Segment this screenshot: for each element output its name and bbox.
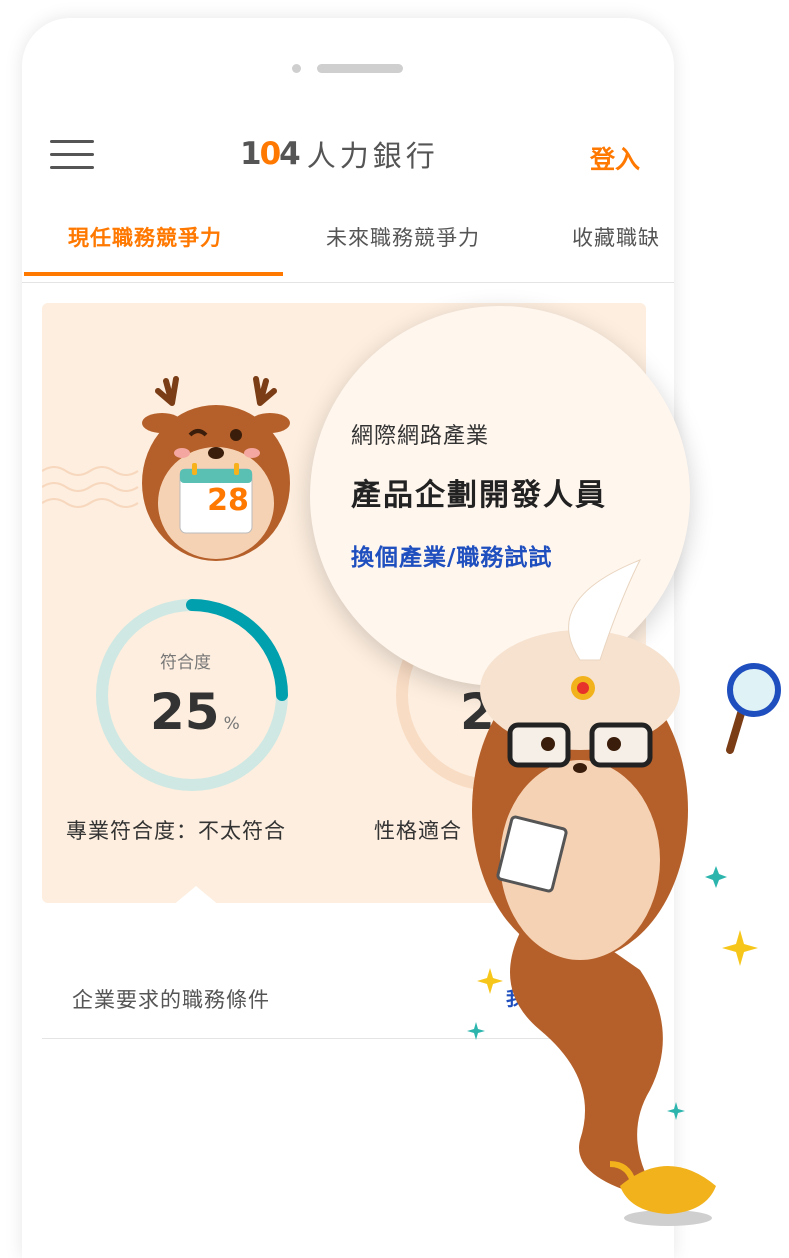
genie-mascot-illustration bbox=[467, 559, 781, 1226]
